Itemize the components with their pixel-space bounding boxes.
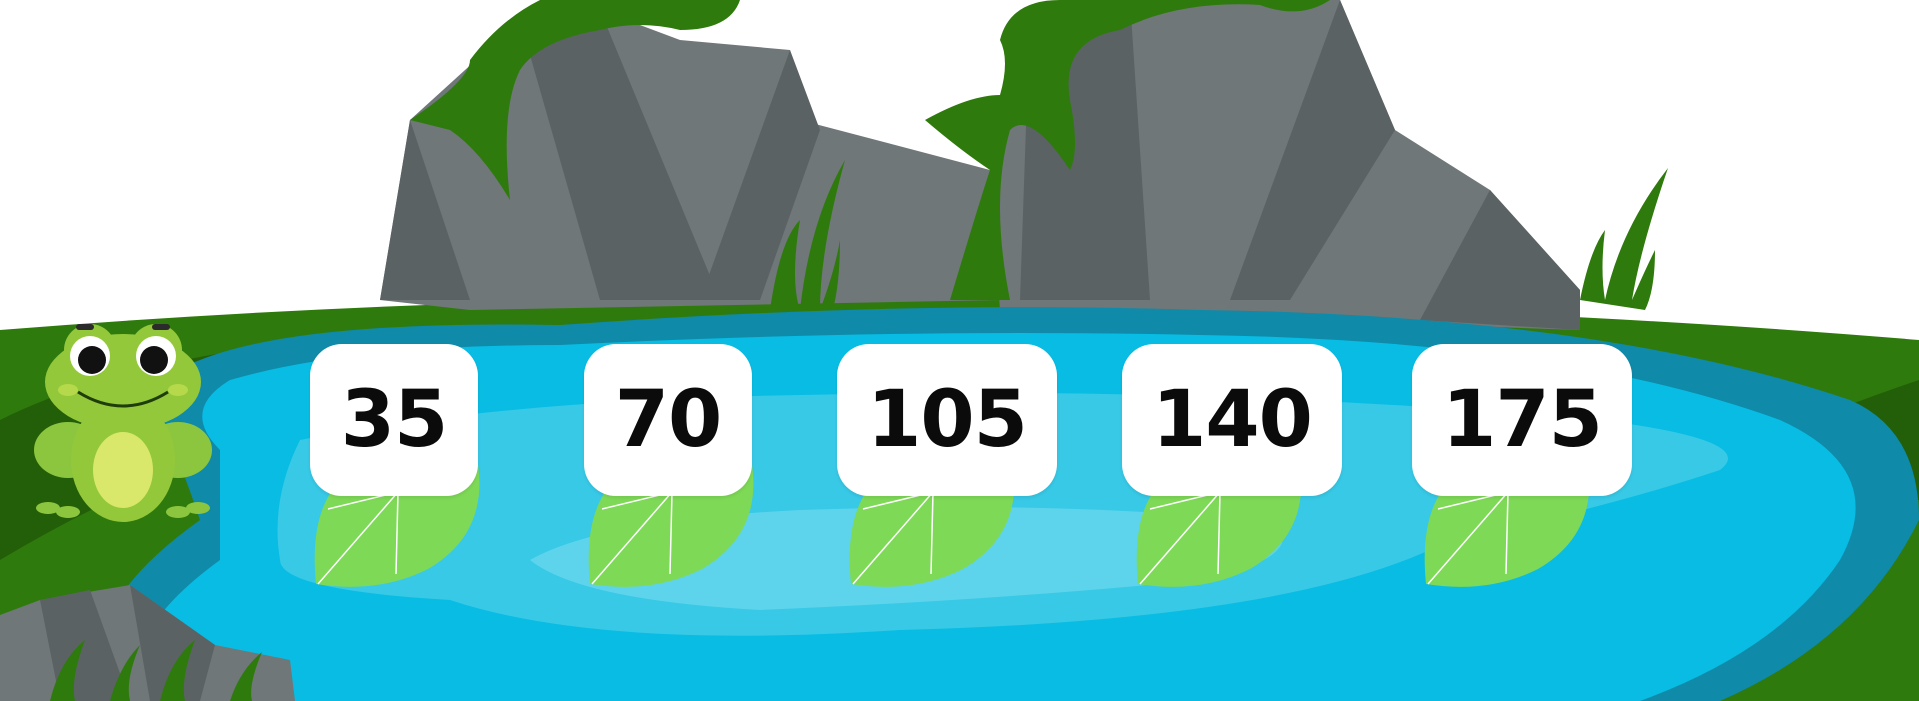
lily-pad-5[interactable]: 175	[1412, 344, 1658, 594]
number-card[interactable]: 105	[837, 344, 1057, 496]
lily-pad-3[interactable]: 105	[837, 344, 1083, 594]
number-card[interactable]: 70	[584, 344, 752, 496]
frog-icon	[34, 324, 212, 522]
number-card[interactable]: 35	[310, 344, 478, 496]
number-card[interactable]: 140	[1122, 344, 1342, 496]
lily-pad-1[interactable]: 35	[308, 344, 548, 594]
lily-pad-4[interactable]: 140	[1122, 344, 1370, 594]
lily-pad-2[interactable]: 70	[582, 344, 822, 594]
number-card[interactable]: 175	[1412, 344, 1632, 496]
